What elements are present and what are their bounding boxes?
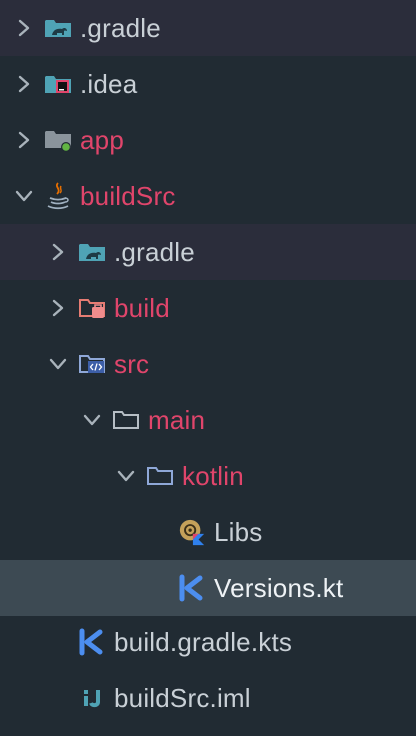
source-root-folder-icon: [146, 462, 174, 490]
chevron-down-icon[interactable]: [48, 354, 68, 374]
tree-item-label: build: [114, 292, 170, 323]
source-folder-icon: [78, 350, 106, 378]
chevron-right-icon[interactable]: [14, 74, 34, 94]
tree-item-build-gradle-kts[interactable]: build.gradle.kts: [0, 614, 416, 670]
chevron-right-icon[interactable]: [48, 298, 68, 318]
chevron-right-icon[interactable]: [48, 242, 68, 262]
build-folder-icon: [78, 294, 106, 322]
tree-item-buildsrc[interactable]: buildSrc: [0, 168, 416, 224]
tree-item-label: buildSrc.iml: [114, 682, 251, 713]
iml-file-icon: [78, 684, 106, 712]
tree-item-idea[interactable]: .idea: [0, 56, 416, 112]
chevron-right-icon[interactable]: [14, 130, 34, 150]
kotlin-file-icon: [178, 574, 206, 602]
tree-item-label: app: [80, 124, 124, 155]
kotlin-object-icon: [178, 518, 206, 546]
project-tree: .gradle .idea app buildSrc .gradle build…: [0, 0, 416, 736]
tree-item-label: main: [148, 404, 206, 435]
tree-item-label: .gradle: [114, 236, 195, 267]
chevron-right-icon[interactable]: [14, 18, 34, 38]
java-module-icon: [44, 182, 72, 210]
tree-item-versions-kt[interactable]: Versions.kt: [0, 560, 416, 616]
chevron-down-icon[interactable]: [82, 410, 102, 430]
tree-item-app[interactable]: app: [0, 112, 416, 168]
tree-item-label: Libs: [214, 516, 263, 547]
chevron-down-icon[interactable]: [14, 186, 34, 206]
tree-item-buildsrc-gradle[interactable]: .gradle: [0, 224, 416, 280]
tree-item-src[interactable]: src: [0, 336, 416, 392]
tree-item-label: .idea: [80, 68, 138, 99]
chevron-down-icon[interactable]: [116, 466, 136, 486]
tree-item-label: src: [114, 348, 150, 379]
tree-item-label: kotlin: [182, 460, 244, 491]
tree-item-label: Versions.kt: [214, 572, 344, 603]
gradle-folder-icon: [44, 14, 72, 42]
tree-item-label: build.gradle.kts: [114, 626, 293, 657]
module-folder-icon: [44, 126, 72, 154]
tree-item-libs[interactable]: Libs: [0, 504, 416, 560]
kotlin-script-icon: [78, 628, 106, 656]
tree-item-buildsrc-iml[interactable]: buildSrc.iml: [0, 670, 416, 726]
tree-item-build[interactable]: build: [0, 280, 416, 336]
tree-item-label: .gradle: [80, 12, 161, 43]
tree-item-label: buildSrc: [80, 180, 176, 211]
tree-item-kotlin[interactable]: kotlin: [0, 448, 416, 504]
tree-item-gradle[interactable]: .gradle: [0, 0, 416, 56]
idea-folder-icon: [44, 70, 72, 98]
folder-icon: [112, 406, 140, 434]
gradle-folder-icon: [78, 238, 106, 266]
tree-item-main[interactable]: main: [0, 392, 416, 448]
